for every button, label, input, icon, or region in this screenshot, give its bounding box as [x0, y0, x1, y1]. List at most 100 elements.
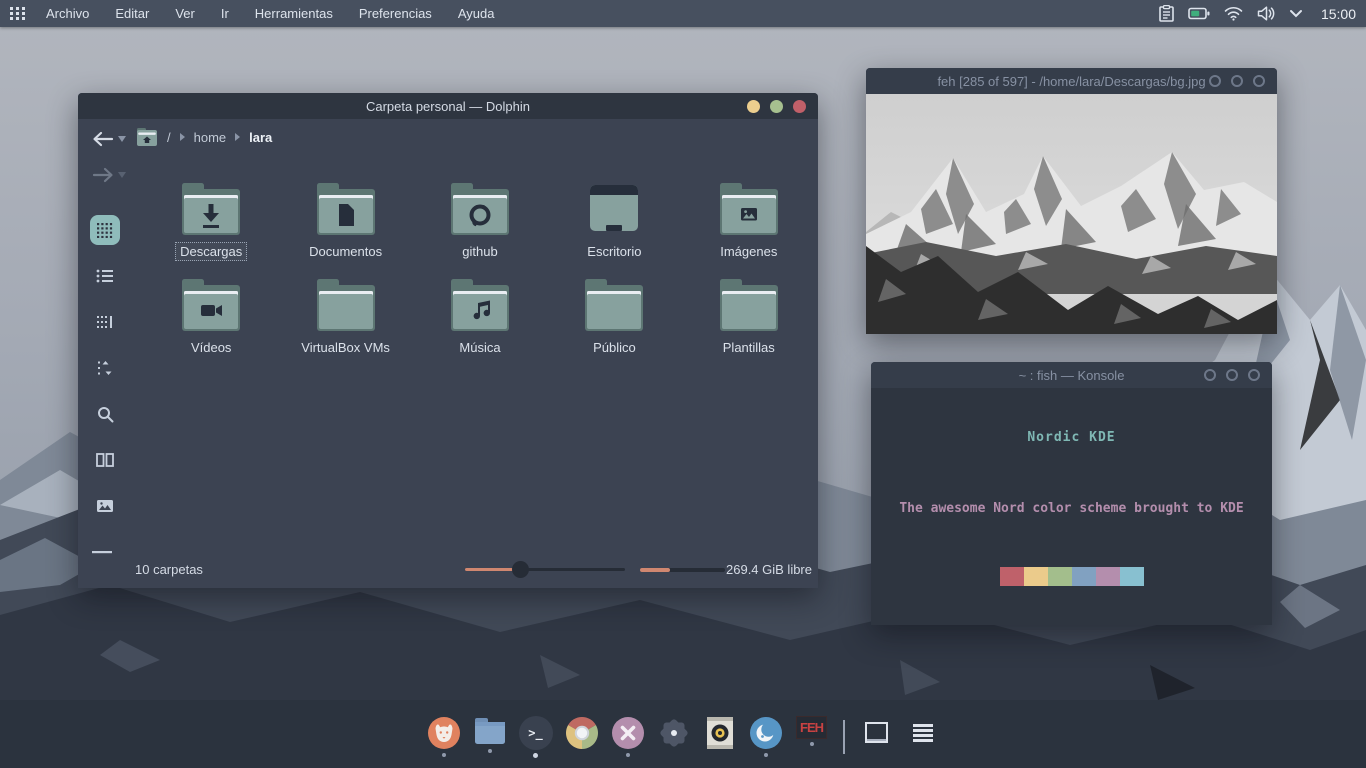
menu-preferencias[interactable]: Preferencias: [359, 6, 432, 21]
folder-videos[interactable]: Vídeos: [144, 277, 278, 357]
dock-terminal[interactable]: >_: [515, 716, 556, 758]
dock-settings[interactable]: [653, 716, 694, 757]
folder-descargas[interactable]: Descargas: [144, 181, 278, 261]
feh-titlebar[interactable]: feh [285 of 597] - /home/lara/Descargas/…: [866, 68, 1277, 94]
dock-files[interactable]: [469, 716, 510, 753]
folder-publico[interactable]: Público: [547, 277, 681, 357]
folder-icon: [581, 277, 647, 335]
gear-icon: [657, 716, 691, 750]
home-folder-icon[interactable]: [136, 127, 158, 147]
desktop-icon: [581, 181, 647, 239]
maximize-button[interactable]: [1226, 369, 1238, 381]
konsole-title: ~ : fish — Konsole: [1019, 368, 1125, 383]
menu-ayuda[interactable]: Ayuda: [458, 6, 495, 21]
feh-window: feh [285 of 597] - /home/lara/Descargas/…: [866, 68, 1277, 333]
folder-virtualbox-vms[interactable]: VirtualBox VMs: [278, 277, 412, 357]
zoom-slider[interactable]: [465, 568, 625, 571]
wifi-icon[interactable]: [1224, 6, 1243, 21]
folder-documentos[interactable]: Documentos: [278, 181, 412, 261]
folder-blue-icon: [473, 716, 507, 746]
zoom-slider-knob[interactable]: [512, 561, 529, 578]
crescent-app-icon: [749, 716, 783, 750]
grid-view-button[interactable]: [90, 215, 120, 245]
split-button[interactable]: [90, 445, 120, 475]
terminal-output[interactable]: Nordic KDE The awesome Nord color scheme…: [871, 388, 1272, 626]
palette-swatch: [1048, 567, 1072, 586]
volume-icon[interactable]: [1257, 6, 1275, 21]
close-button[interactable]: [793, 100, 806, 113]
folder-image-icon: [716, 181, 782, 239]
dock-show-desktop[interactable]: [856, 716, 897, 750]
grid-icon: [10, 7, 25, 20]
folder-document-icon: [313, 181, 379, 239]
konsole-titlebar[interactable]: ~ : fish — Konsole: [871, 362, 1272, 388]
global-menu: Archivo Editar Ver Ir Herramientas Prefe…: [46, 6, 494, 21]
dock-chat[interactable]: [745, 716, 786, 757]
palette-swatch: [1096, 567, 1120, 586]
split-view-icon: [96, 453, 114, 467]
folder-plantillas[interactable]: Plantillas: [682, 277, 816, 357]
breadcrumb-lara[interactable]: lara: [249, 130, 272, 145]
dolphin-statusbar: 10 carpetas 269.4 GiB libre: [78, 554, 818, 588]
folder-music-icon: [447, 277, 513, 335]
maximize-button[interactable]: [1231, 75, 1243, 87]
dock-feh[interactable]: FEH: [791, 716, 832, 746]
close-button[interactable]: [1248, 369, 1260, 381]
breadcrumb: / home lara: [136, 127, 272, 147]
feh-photo-mountains: [866, 94, 1277, 334]
minimize-button[interactable]: [1204, 369, 1216, 381]
menu-archivo[interactable]: Archivo: [46, 6, 89, 21]
folder-label: Descargas: [175, 242, 247, 261]
forward-button[interactable]: [92, 167, 126, 183]
sort-button[interactable]: [90, 353, 120, 383]
running-indicator: [533, 753, 538, 758]
color-palette: [871, 567, 1272, 586]
folder-label: Escritorio: [582, 242, 646, 261]
folder-musica[interactable]: Música: [413, 277, 547, 357]
breadcrumb-home[interactable]: home: [194, 130, 227, 145]
folder-label: Público: [588, 338, 641, 357]
clock[interactable]: 15:00: [1321, 6, 1356, 22]
search-button[interactable]: [90, 399, 120, 429]
running-indicator: [626, 753, 630, 757]
preview-button[interactable]: [90, 491, 120, 521]
dock-menu[interactable]: [902, 716, 943, 749]
close-button[interactable]: [1253, 75, 1265, 87]
dock-music-player[interactable]: [699, 716, 740, 757]
dock-firefox[interactable]: [423, 716, 464, 757]
clipboard-icon[interactable]: [1159, 5, 1174, 22]
breadcrumb-root[interactable]: /: [167, 130, 171, 145]
menu-ir[interactable]: Ir: [221, 6, 229, 21]
minimize-button[interactable]: [747, 100, 760, 113]
disk-usage-fill: [640, 568, 670, 572]
back-button[interactable]: [92, 131, 126, 147]
folder-grid: Descargas Documentos github Escritorio I…: [144, 181, 816, 357]
dock-code[interactable]: [607, 716, 648, 757]
arrow-right-icon: [92, 167, 114, 183]
dolphin-titlebar[interactable]: Carpeta personal — Dolphin: [78, 93, 818, 119]
folder-imagenes[interactable]: Imágenes: [682, 181, 816, 261]
list-view-button[interactable]: [90, 261, 120, 291]
caret-down-icon[interactable]: [118, 136, 126, 142]
minimize-button[interactable]: [1209, 75, 1221, 87]
folder-icon: [313, 277, 379, 335]
dock-separator: [843, 720, 845, 754]
folder-download-icon: [178, 181, 244, 239]
dock: >_: [423, 712, 943, 768]
sort-icon: [97, 360, 113, 376]
battery-icon[interactable]: [1188, 7, 1210, 20]
app-launcher-button[interactable]: [0, 0, 34, 27]
palette-swatch: [1120, 567, 1144, 586]
palette-swatch: [1024, 567, 1048, 586]
menu-ver[interactable]: Ver: [175, 6, 195, 21]
chevron-down-icon[interactable]: [1289, 9, 1303, 18]
palette-swatch: [1000, 567, 1024, 586]
compact-view-button[interactable]: [90, 307, 120, 337]
menu-herramientas[interactable]: Herramientas: [255, 6, 333, 21]
folder-github[interactable]: github: [413, 181, 547, 261]
dock-chromium[interactable]: [561, 716, 602, 757]
menu-editar[interactable]: Editar: [115, 6, 149, 21]
compact-view-icon: [96, 315, 114, 329]
folder-escritorio[interactable]: Escritorio: [547, 181, 681, 261]
maximize-button[interactable]: [770, 100, 783, 113]
